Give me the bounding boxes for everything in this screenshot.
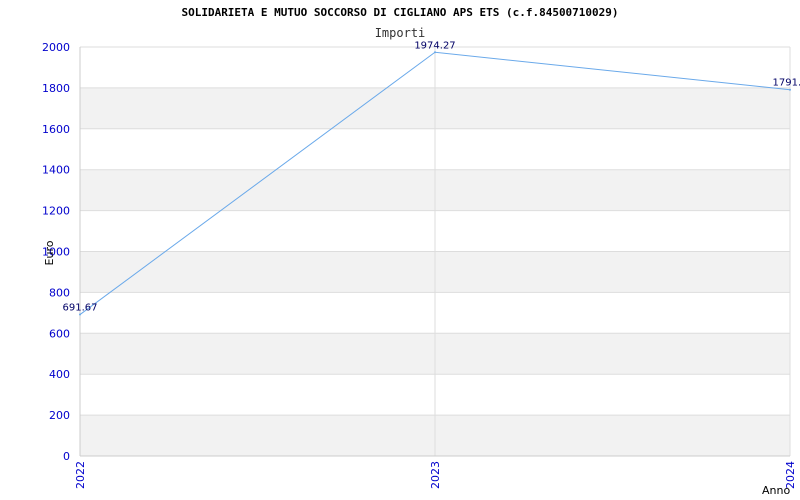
x-tick-labels: 2022 2023 2024 bbox=[74, 461, 797, 489]
x-tick-label: 2023 bbox=[429, 461, 442, 489]
chart-subtitle: Importi bbox=[375, 26, 426, 40]
x-axis-label: Anno bbox=[762, 484, 790, 497]
y-tick-label: 1400 bbox=[42, 164, 70, 177]
y-tick-label: 1200 bbox=[42, 205, 70, 218]
line-chart: SOLIDARIETA E MUTUO SOCCORSO DI CIGLIANO… bbox=[42, 6, 800, 497]
data-point bbox=[789, 88, 791, 91]
data-point bbox=[79, 313, 81, 316]
y-tick-label: 2000 bbox=[42, 41, 70, 54]
y-tick-label: 800 bbox=[49, 286, 70, 299]
y-tick-label: 1800 bbox=[42, 82, 70, 95]
x-tick-label: 2022 bbox=[74, 461, 87, 489]
y-tick-label: 600 bbox=[49, 327, 70, 340]
data-label: 1791.0 bbox=[773, 78, 800, 89]
y-tick-label: 1600 bbox=[42, 123, 70, 136]
y-tick-label: 400 bbox=[49, 368, 70, 381]
data-label: 691.67 bbox=[63, 303, 98, 314]
y-tick-label: 0 bbox=[63, 450, 70, 463]
y-tick-label: 200 bbox=[49, 409, 70, 422]
chart-title: SOLIDARIETA E MUTUO SOCCORSO DI CIGLIANO… bbox=[181, 6, 618, 19]
data-label: 1974.27 bbox=[414, 40, 455, 51]
y-axis-label: Euro bbox=[43, 240, 56, 265]
data-point bbox=[434, 51, 436, 54]
